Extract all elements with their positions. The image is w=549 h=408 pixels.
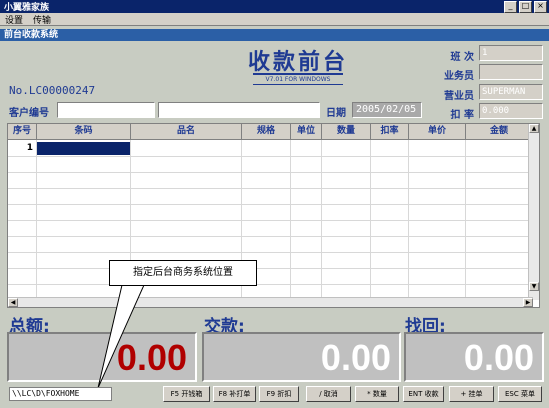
maximize-button[interactable]: □ — [519, 0, 532, 13]
clerk-field — [479, 64, 543, 80]
quantity-button[interactable]: * 数量 — [355, 386, 399, 402]
discount-rate-field: 0.000 — [479, 103, 543, 119]
grid-line — [8, 220, 533, 221]
callout-pointer — [97, 284, 145, 389]
change-amount-box: 0.00 — [404, 332, 544, 382]
title-underline-2 — [253, 84, 343, 85]
clerk-label: 业务员 — [444, 71, 474, 82]
customer-name-input[interactable] — [158, 102, 320, 118]
discount-rate-label: 扣 率 — [450, 110, 474, 121]
menu-bar: 设置 传输 — [0, 13, 549, 26]
col-header-discount[interactable]: 扣率 — [371, 124, 409, 140]
scroll-down-icon[interactable]: ▼ — [529, 282, 539, 291]
grid-line — [8, 268, 533, 269]
title-bar: 小翼雅家族 _ □ × — [0, 0, 549, 13]
hold-order-button[interactable]: + 挂单 — [449, 386, 494, 402]
page-title: 收款前台 — [248, 49, 349, 75]
shift-field: 1 — [479, 45, 543, 61]
col-header-qty[interactable]: 数量 — [322, 124, 371, 140]
grid-line — [8, 204, 533, 205]
close-button[interactable]: × — [534, 0, 547, 13]
grid-line — [8, 172, 533, 173]
date-field: 2005/02/05 — [352, 102, 422, 118]
scroll-right-icon[interactable]: ▶ — [523, 298, 533, 307]
title-underline — [253, 73, 343, 75]
col-header-amount[interactable]: 金额 — [466, 124, 533, 140]
grid-line — [8, 236, 533, 237]
col-header-name[interactable]: 品名 — [131, 124, 242, 140]
version-label: V7.01 FOR WINDOWS — [265, 76, 331, 83]
subwindow-caption: 前台收款系统 — [0, 29, 549, 41]
cashier-field: SUPERMAN — [479, 84, 543, 100]
scroll-left-icon[interactable]: ◀ — [8, 298, 18, 307]
reprint-button[interactable]: F8 补打单 — [213, 386, 256, 402]
grid-line — [8, 156, 533, 157]
backend-path-field[interactable]: \\LC\D\FOXHOME — [9, 387, 112, 401]
item-grid[interactable]: 序号 条码 品名 规格 单位 数量 扣率 单价 金额 1 ▲ ▼ ◀ ▶ — [7, 123, 540, 308]
minimize-button[interactable]: _ — [504, 0, 517, 13]
menu-settings[interactable]: 设置 — [0, 13, 28, 26]
grid-line — [8, 252, 533, 253]
window-title: 小翼雅家族 — [4, 3, 50, 13]
paid-amount-box: 0.00 — [202, 332, 401, 382]
subwindow-title: 前台收款系统 — [4, 30, 59, 40]
date-label: 日期 — [326, 108, 346, 119]
open-drawer-button[interactable]: F5 开钱箱 — [163, 386, 210, 402]
col-header-no[interactable]: 序号 — [8, 124, 37, 140]
shift-label: 班 次 — [450, 52, 474, 63]
discount-button[interactable]: F9 折扣 — [259, 386, 299, 402]
col-header-spec[interactable]: 规格 — [242, 124, 291, 140]
customer-code-input[interactable] — [57, 102, 155, 118]
col-header-price[interactable]: 单价 — [409, 124, 466, 140]
menu-button[interactable]: ESC 菜单 — [498, 386, 542, 402]
customer-code-label: 客户编号 — [9, 108, 49, 119]
scroll-up-icon[interactable]: ▲ — [529, 124, 539, 133]
menu-transfer[interactable]: 传输 — [28, 13, 56, 26]
receive-payment-button[interactable]: ENT 收款 — [403, 386, 444, 402]
callout-tooltip: 指定后台商务系统位置 — [109, 260, 257, 286]
cashier-label: 营业员 — [444, 91, 474, 102]
col-header-unit[interactable]: 单位 — [291, 124, 322, 140]
document-number: No.LC00000247 — [9, 84, 96, 97]
col-header-barcode[interactable]: 条码 — [37, 124, 131, 140]
grid-line — [8, 188, 533, 189]
vertical-scrollbar[interactable]: ▲ ▼ — [528, 124, 539, 300]
cancel-button[interactable]: / 取消 — [306, 386, 351, 402]
grid-header: 序号 条码 品名 规格 单位 数量 扣率 单价 金额 — [8, 124, 533, 140]
barcode-cell-active[interactable] — [37, 142, 130, 155]
row-number: 1 — [26, 143, 33, 153]
change-amount: 0.00 — [463, 337, 534, 378]
paid-amount: 0.00 — [320, 337, 391, 378]
